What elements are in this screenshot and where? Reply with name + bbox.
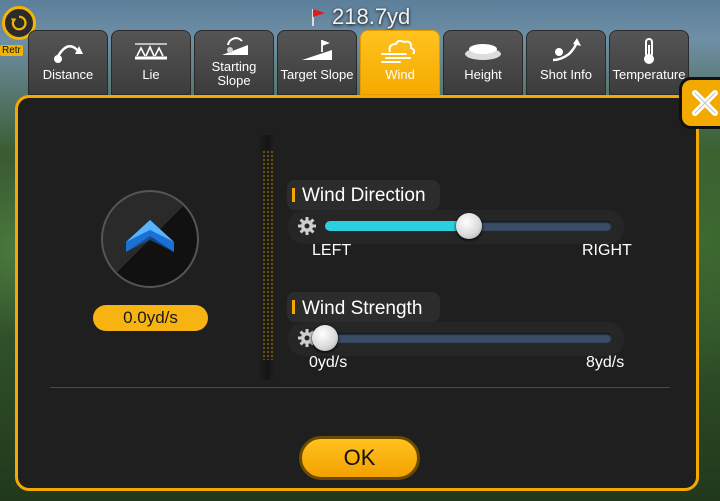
close-button[interactable] — [679, 77, 720, 129]
panel-separator — [50, 387, 670, 388]
wind-strength-knob[interactable] — [312, 325, 338, 351]
wind-strength-max-label: 8yd/s — [586, 354, 625, 371]
close-icon — [692, 90, 718, 116]
target-slope-icon — [300, 36, 334, 66]
wind-icon — [380, 36, 420, 66]
wind-speed-readout: 0.0yd/s — [93, 305, 208, 331]
wind-strength-track[interactable] — [325, 333, 612, 343]
distance-to-pin: 218.7yd — [310, 4, 410, 30]
tab-lie[interactable]: Lie — [111, 30, 191, 95]
tab-height[interactable]: Height — [443, 30, 523, 95]
course-edge-right — [699, 125, 720, 501]
wind-direction-fill — [325, 221, 469, 231]
wind-direction-knob[interactable] — [455, 213, 482, 239]
tab-distance[interactable]: Distance — [28, 30, 108, 95]
starting-slope-icon — [218, 34, 250, 58]
flag-icon — [312, 9, 325, 26]
distance-icon — [51, 36, 85, 66]
tab-label: Wind — [385, 67, 415, 82]
wind-direction-dial — [101, 190, 199, 288]
panel-divider-dots — [262, 150, 274, 360]
wind-strength-min-label: 0yd/s — [309, 354, 348, 371]
tab-label: Height — [464, 67, 502, 82]
tab-label: Shot Info — [539, 67, 593, 82]
settings-tab-strip: Distance Lie Starting Slope Target Slope… — [28, 30, 689, 95]
top-hud: Retr 218.7yd — [0, 0, 720, 56]
course-edge-left — [0, 95, 15, 501]
height-icon — [463, 36, 503, 66]
tab-label: Starting Slope — [211, 59, 257, 88]
tab-label: Distance — [42, 67, 94, 82]
tab-label: Target Slope — [280, 67, 354, 82]
title-accent — [292, 300, 295, 314]
tab-shot-info[interactable]: Shot Info — [526, 30, 606, 95]
tab-wind[interactable]: Wind — [360, 30, 440, 95]
ok-button[interactable]: OK — [299, 436, 420, 480]
gear-icon — [298, 217, 316, 235]
shot-info-icon — [549, 36, 583, 66]
tab-label: Temperature — [612, 67, 686, 82]
wind-direction-max-label: RIGHT — [582, 242, 632, 259]
wind-strength-title: Wind Strength — [302, 298, 423, 319]
distance-value: 218.7yd — [332, 4, 411, 29]
thermometer-icon — [639, 36, 659, 66]
lie-icon — [133, 36, 169, 66]
retry-icon — [10, 15, 27, 31]
tab-temperature[interactable]: Temperature — [609, 30, 689, 95]
title-accent — [292, 188, 295, 202]
tab-starting-slope[interactable]: Starting Slope — [194, 30, 274, 95]
retry-label: Retr — [0, 45, 23, 56]
wind-direction-title: Wind Direction — [302, 185, 426, 206]
tab-target-slope[interactable]: Target Slope — [277, 30, 357, 95]
wind-arrow-icon — [126, 220, 174, 252]
wind-direction-min-label: LEFT — [312, 242, 352, 259]
tab-label: Lie — [142, 67, 160, 82]
